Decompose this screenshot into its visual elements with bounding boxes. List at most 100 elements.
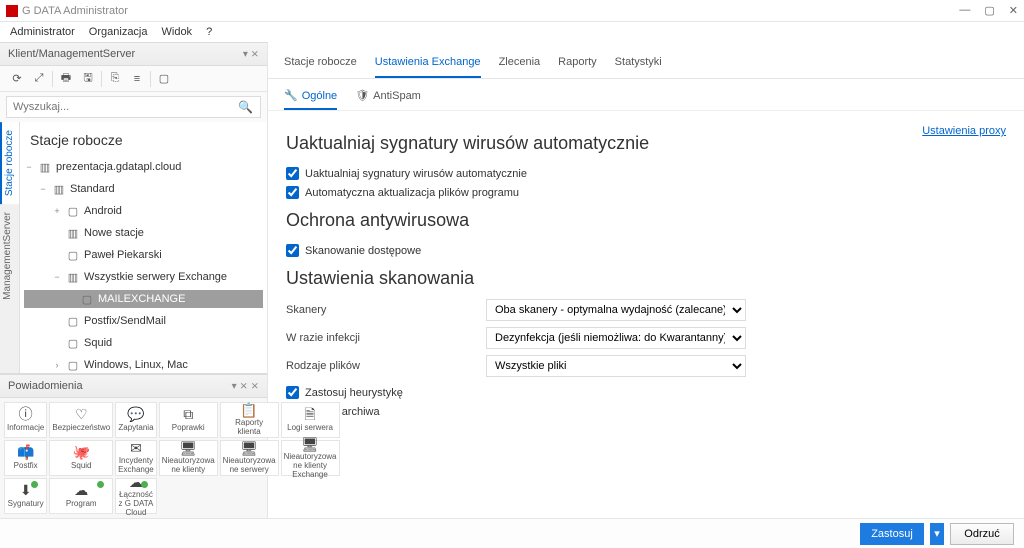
section-auto-update-title: Uaktualniaj sygnatury wirusów automatycz… xyxy=(286,133,922,154)
tree-row[interactable]: +▢Android xyxy=(24,202,263,220)
notification-tile[interactable]: 🗎Logi serwera xyxy=(281,402,340,438)
notification-tile[interactable]: ☁Łączność z G DATA Cloud xyxy=(115,478,157,514)
notification-tile[interactable]: 🖥Nieautoryzowa ne klienty xyxy=(159,440,218,476)
tile-icon: ♡ xyxy=(75,407,88,422)
notification-tile[interactable]: 📋Raporty klienta xyxy=(220,402,279,438)
tree-node-icon: ▢ xyxy=(66,315,80,328)
right-column: Stacje robocze Ustawienia Exchange Zleceni… xyxy=(268,42,1024,518)
notification-tile[interactable]: 🐙Squid xyxy=(49,440,113,476)
scanners-select[interactable]: Oba skanery - optymalna wydajność (zalec… xyxy=(486,299,746,321)
notification-tile[interactable]: ⓘInformacje xyxy=(4,402,47,438)
tile-icon: ⧉ xyxy=(183,407,193,422)
apply-dropdown-button[interactable]: ▾ xyxy=(930,523,944,545)
tile-icon: 🖥 xyxy=(179,441,197,456)
side-tab-stations[interactable]: Stacje robocze xyxy=(0,122,19,204)
notification-tile[interactable]: 📫Postfix xyxy=(4,440,47,476)
panel-pin-icon[interactable]: ▾ ⨯ xyxy=(243,49,259,60)
tree-twisty-icon[interactable]: − xyxy=(24,162,34,172)
menu-help[interactable]: ? xyxy=(206,26,212,38)
expand-button[interactable]: ⤢ xyxy=(28,69,50,89)
search-input[interactable] xyxy=(6,96,261,118)
tree-row[interactable]: ▢MAILEXCHANGE xyxy=(24,290,263,308)
menu-organizacja[interactable]: Organizacja xyxy=(89,26,148,38)
on-infection-select[interactable]: Dezynfekcja (jeśli niemożliwa: do Kwaran… xyxy=(486,327,746,349)
tree-twisty-icon[interactable]: › xyxy=(52,360,62,370)
section-av-protection-title: Ochrona antywirusowa xyxy=(286,210,1006,231)
menu-widok[interactable]: Widok xyxy=(162,26,193,38)
tile-icon: ⬇ xyxy=(20,483,32,498)
tree-twisty-icon[interactable]: − xyxy=(38,184,48,194)
tree-node-label: Postfix/SendMail xyxy=(84,315,166,327)
discard-button[interactable]: Odrzuć xyxy=(950,523,1014,545)
stations-tree: Stacje robocze −▥prezentacja.gdatapl.clo… xyxy=(20,122,267,373)
notification-tile[interactable]: ⧉ Poprawki xyxy=(159,402,218,438)
window-maximize-icon[interactable]: ▢ xyxy=(984,4,994,17)
save-button[interactable]: 🖫 xyxy=(77,69,99,89)
notification-tile[interactable]: ⬇Sygnatury xyxy=(4,478,47,514)
print-button[interactable]: 🖶 xyxy=(55,69,77,89)
tab[interactable]: Zlecenia xyxy=(499,52,541,78)
tile-label: Bezpieczeństwo xyxy=(52,424,110,433)
tree-row[interactable]: ›▢Windows, Linux, Mac xyxy=(24,356,263,373)
tile-label: Nieautoryzowa ne klienty Exchange xyxy=(284,453,337,479)
tree-twisty-icon[interactable]: − xyxy=(52,272,62,282)
notification-tile[interactable]: 💬Zapytania xyxy=(115,402,157,438)
tile-icon: 🐙 xyxy=(73,445,90,460)
subtab-label: AntiSpam xyxy=(373,90,421,102)
status-badge xyxy=(141,481,148,488)
chk-auto-update-program[interactable] xyxy=(286,186,299,199)
window-minimize-icon[interactable]: — xyxy=(959,4,970,17)
chk-auto-update-sigs[interactable] xyxy=(286,167,299,180)
tree-row[interactable]: ▥Nowe stacje xyxy=(24,224,263,242)
chk-onaccess-scan[interactable] xyxy=(286,244,299,257)
notification-tile[interactable]: ✉Incydenty Exchange xyxy=(115,440,157,476)
chk-heuristics-label: Zastosuj heurystykę xyxy=(305,387,403,399)
subtab[interactable]: 🛡AntiSpam xyxy=(355,87,421,110)
section-scan-settings-title: Ustawienia skanowania xyxy=(286,268,1006,289)
notifications-pin-icon[interactable]: ▾ ⨯ ⨯ xyxy=(232,381,259,392)
tree-node-label: Android xyxy=(84,205,122,217)
main-tabs: Stacje robocze Ustawienia Exchange Zleceni… xyxy=(268,42,1024,79)
search-icon: 🔍 xyxy=(238,100,253,114)
tab[interactable]: Raporty xyxy=(558,52,597,78)
tab[interactable]: Stacje robocze xyxy=(284,52,357,78)
file-types-select[interactable]: Wszystkie pliki xyxy=(486,355,746,377)
tree-node-icon: ▥ xyxy=(38,161,52,174)
subtab[interactable]: 🔧Ogólne xyxy=(284,87,337,110)
tree-node-label: Squid xyxy=(84,337,112,349)
tile-label: Poprawki xyxy=(172,424,205,433)
sidebar-toolbar: ⟳ ⤢ 🖶 🖫 ⎘ ≡ ▢ xyxy=(0,66,267,92)
clients-panel-header: Klient/ManagementServer ▾ ⨯ xyxy=(0,42,267,66)
tree-node-icon: ▥ xyxy=(52,183,66,196)
tab[interactable]: Statystyki xyxy=(615,52,662,78)
tree-node-label: Windows, Linux, Mac xyxy=(84,359,188,371)
chk-heuristics[interactable] xyxy=(286,386,299,399)
notification-tile[interactable]: ♡ Bezpieczeństwo xyxy=(49,402,113,438)
tree-row[interactable]: −▥Wszystkie serwery Exchange xyxy=(24,268,263,286)
tree-row[interactable]: ▢Paweł Piekarski xyxy=(24,246,263,264)
toolbar-btn-3[interactable]: ▢ xyxy=(153,69,175,89)
tile-icon: 🖥 xyxy=(301,437,319,452)
tile-label: Logi serwera xyxy=(287,424,333,433)
tree-twisty-icon[interactable]: + xyxy=(52,206,62,216)
window-close-icon[interactable]: ✕ xyxy=(1009,4,1018,17)
tree-node-icon: ▢ xyxy=(66,337,80,350)
tab[interactable]: Ustawienia Exchange xyxy=(375,52,481,78)
tree-row[interactable]: −▥prezentacja.gdatapl.cloud xyxy=(24,158,263,176)
status-badge xyxy=(97,481,104,488)
proxy-settings-link[interactable]: Ustawienia proxy xyxy=(922,125,1006,137)
tile-icon: 📫 xyxy=(17,445,34,460)
side-tab-mgmtserver[interactable]: ManagementServer xyxy=(0,204,19,308)
tree-row[interactable]: −▥Standard xyxy=(24,180,263,198)
notification-tile[interactable]: 🖥Nieautoryzowa ne klienty Exchange xyxy=(281,440,340,476)
refresh-button[interactable]: ⟳ xyxy=(6,69,28,89)
tree-row[interactable]: ▢ Postfix/SendMail xyxy=(24,312,263,330)
notification-tile[interactable]: 🖥Nieautoryzowa ne serwery xyxy=(220,440,279,476)
menu-administrator[interactable]: Administrator xyxy=(10,26,75,38)
tree-row[interactable]: ▢ Squid xyxy=(24,334,263,352)
toolbar-btn-2[interactable]: ≡ xyxy=(126,69,148,89)
toolbar-btn-1[interactable]: ⎘ xyxy=(104,69,126,89)
window-title: G DATA Administrator xyxy=(22,5,128,17)
apply-button[interactable]: Zastosuj xyxy=(860,523,924,545)
notification-tile[interactable]: ☁Program xyxy=(49,478,113,514)
